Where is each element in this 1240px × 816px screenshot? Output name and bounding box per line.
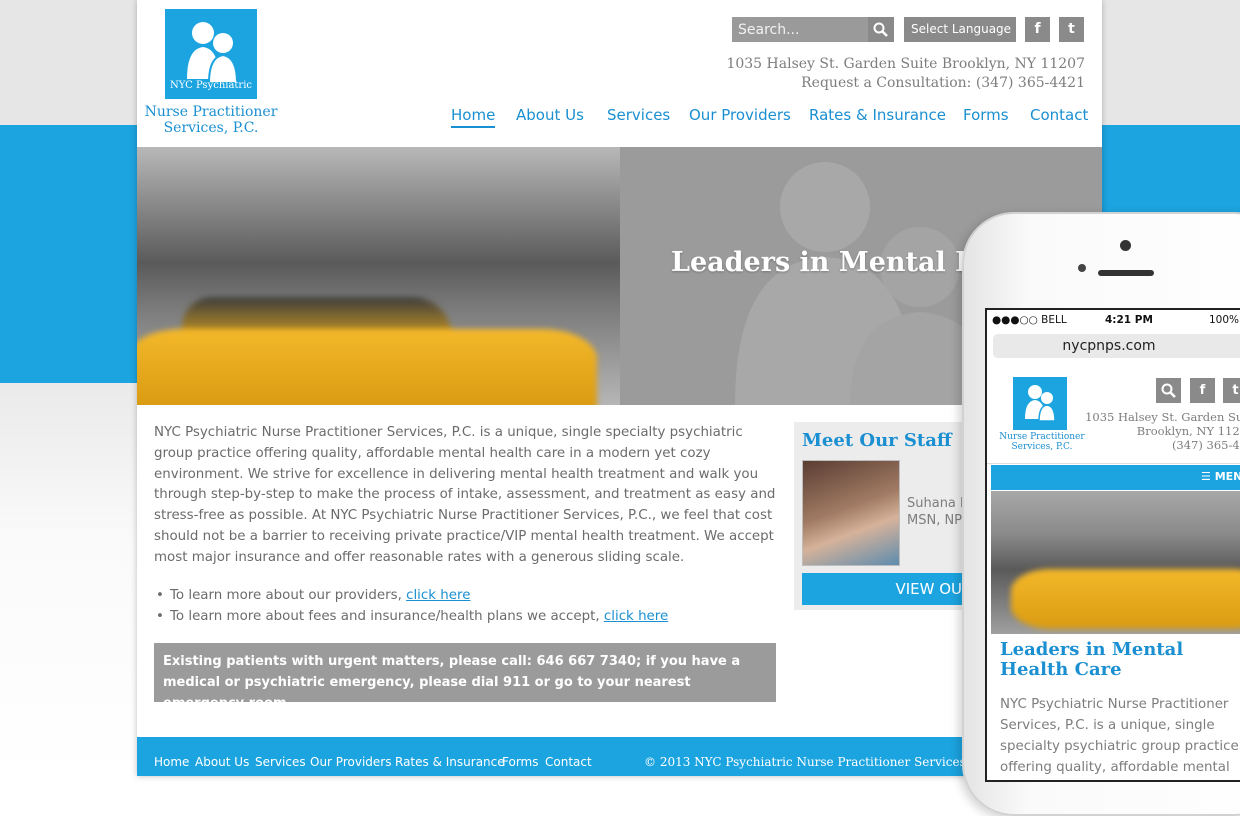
- menu-button[interactable]: ☰ MEN: [1201, 470, 1240, 483]
- nav-contact[interactable]: Contact: [1030, 106, 1088, 124]
- hero-banner: Leaders in Mental Heal: [137, 147, 1102, 405]
- footer-link-home[interactable]: Home: [154, 755, 189, 769]
- clock: 4:21 PM: [1105, 314, 1153, 326]
- search-icon: [873, 22, 888, 37]
- footer: Home About Us Services Our Providers Rat…: [137, 737, 1102, 776]
- facebook-icon[interactable]: f: [1025, 17, 1050, 42]
- footer-link-about-us[interactable]: About Us: [195, 755, 249, 769]
- mobile-logo-title: Nurse Practitioner Services, P.C.: [999, 432, 1085, 452]
- phone-speaker: [1098, 270, 1154, 276]
- staff-title: Meet Our Staff: [802, 430, 952, 451]
- battery: 100%: [1209, 314, 1240, 326]
- footer-link-rates-insurance[interactable]: Rates & Insurance: [395, 755, 505, 769]
- list-item: To learn more about our providers, click…: [154, 585, 779, 606]
- address: 1035 Halsey St. Garden Suite Brooklyn, N…: [726, 56, 1085, 72]
- logo-caption: NYC Psychiatric: [169, 80, 253, 91]
- url: nycpnps.com: [1062, 338, 1156, 354]
- intro-text: NYC Psychiatric Nurse Practitioner Servi…: [154, 425, 776, 565]
- language-select[interactable]: Select Language ▼: [904, 17, 1016, 61]
- footer-link-services[interactable]: Services: [255, 755, 306, 769]
- nav-rates-insurance[interactable]: Rates & Insurance: [809, 106, 946, 124]
- contact-info: 1035 Halsey St. Garden Suite Brooklyn, N…: [726, 55, 1085, 93]
- address-bar[interactable]: nycpnps.com: [993, 334, 1240, 358]
- nav-forms[interactable]: Forms: [963, 106, 1009, 124]
- staff-photo[interactable]: [802, 460, 900, 566]
- nav-home[interactable]: Home: [451, 106, 496, 128]
- nav-our-providers[interactable]: Our Providers: [689, 106, 791, 124]
- footer-link-our-providers[interactable]: Our Providers: [310, 755, 391, 769]
- footer-link-contact[interactable]: Contact: [545, 755, 592, 769]
- nav-about-us[interactable]: About Us: [516, 106, 584, 124]
- providers-link[interactable]: click here: [406, 588, 470, 603]
- search-button[interactable]: [868, 17, 894, 42]
- mobile-intro-text: NYC Psychiatric Nurse Practitioner Servi…: [1000, 697, 1239, 775]
- search-box: [732, 17, 868, 42]
- search-input[interactable]: [732, 17, 868, 42]
- urgent-notice: Existing patients with urgent matters, p…: [154, 643, 776, 711]
- carrier: ●●●○○ BELL: [992, 314, 1067, 326]
- mobile-title: Leaders in Mental Health Care: [1000, 639, 1184, 680]
- mobile-header: Nurse Practitioner Services, P.C. f t 10…: [987, 366, 1240, 464]
- site-logo[interactable]: NYC Psychiatric: [165, 9, 257, 99]
- nav-services[interactable]: Services: [607, 106, 670, 124]
- consultation-phone[interactable]: Request a Consultation: (347) 365-4421: [726, 74, 1085, 93]
- staff-name: Suhana D MSN, NP: [907, 496, 971, 528]
- mobile-contact-info: 1035 Halsey St. Garden Sui Brooklyn, NY …: [1085, 410, 1240, 452]
- twitter-icon[interactable]: t: [1223, 378, 1240, 403]
- search-icon[interactable]: [1156, 378, 1181, 403]
- footer-link-forms[interactable]: Forms: [502, 755, 538, 769]
- copyright: © 2013 NYC Psychiatric Nurse Practitione…: [644, 755, 993, 769]
- fees-link[interactable]: click here: [604, 609, 668, 624]
- info-list: To learn more about our providers, click…: [154, 585, 779, 627]
- phone-screen: ●●●○○ BELL 4:21 PM 100% nycpnps.com Nurs…: [985, 308, 1240, 782]
- taxi-photo: [137, 147, 620, 405]
- facebook-icon[interactable]: f: [1190, 378, 1215, 403]
- mobile-nav-bar: ☰ MEN: [991, 465, 1240, 490]
- list-item: To learn more about fees and insurance/h…: [154, 606, 779, 627]
- phone-sensor: [1078, 264, 1086, 272]
- desktop-page: NYC Psychiatric Nurse Practitioner Servi…: [137, 0, 1102, 776]
- people-icon: [1025, 385, 1056, 422]
- twitter-icon[interactable]: t: [1059, 17, 1084, 42]
- phone-camera: [1120, 240, 1131, 251]
- logo-title[interactable]: Nurse Practitioner Services, P.C.: [137, 104, 285, 136]
- mobile-logo[interactable]: [1013, 377, 1067, 430]
- status-bar: ●●●○○ BELL 4:21 PM 100%: [987, 310, 1240, 330]
- mobile-hero-photo: [991, 491, 1240, 634]
